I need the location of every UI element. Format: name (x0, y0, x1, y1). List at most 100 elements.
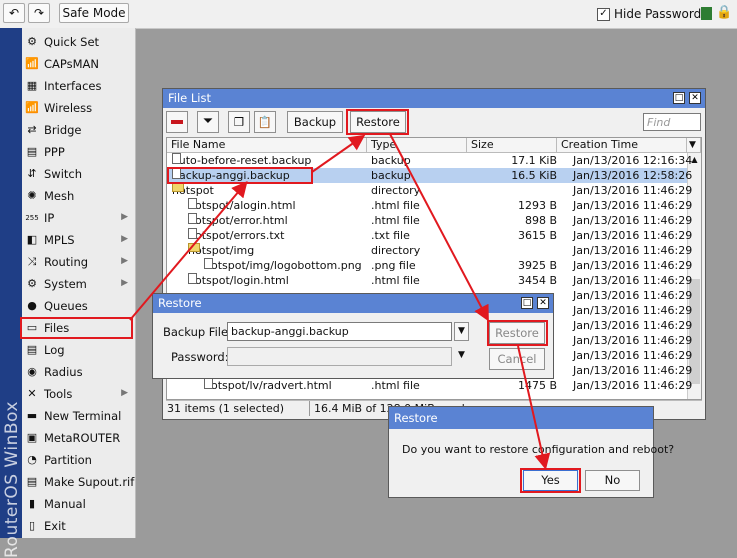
sidebar-item-icon: ✺ (27, 189, 37, 202)
sidebar-item-interfaces[interactable]: ▦ Interfaces (22, 75, 134, 97)
table-row[interactable]: hotspot/errors.txt .txt file 3615 B Jan/13/… (167, 228, 692, 243)
chevron-right-icon: ▶ (121, 234, 128, 244)
backup-file-label: Backup File: (163, 325, 232, 339)
sidebar-item-make-supout-rif[interactable]: ▤ Make Supout.rif (22, 471, 135, 493)
cell-size: 17.1 KiB (511, 154, 557, 167)
cell-size: 898 B (524, 214, 557, 227)
col-header-name[interactable]: File Name (167, 138, 367, 153)
sidebar-item-capsman[interactable]: 📶 CAPsMAN (22, 53, 134, 75)
sidebar-item-label: Log (44, 343, 65, 357)
confirm-dialog-title: Restore (389, 407, 653, 429)
sidebar-item-radius[interactable]: ◉ Radius (22, 361, 134, 383)
dialog-restore-button[interactable]: Restore (489, 322, 545, 344)
cell-created: Jan/13/2016 11:46:29 (573, 259, 693, 272)
yes-button[interactable]: Yes (523, 470, 578, 491)
sidebar-item-label: System (44, 277, 87, 291)
table-row[interactable]: hotspot/alogin.html .html file 1293 B Jan/1… (167, 198, 692, 213)
sidebar-item-label: Tools (44, 387, 73, 401)
safe-mode-button[interactable]: Safe Mode (59, 3, 129, 23)
sidebar-item-label: Radius (44, 365, 83, 379)
backup-button[interactable]: Backup (287, 111, 343, 133)
sidebar-item-label: Mesh (44, 189, 75, 203)
table-row[interactable]: hotspot directory Jan/13/2016 11:46:29 (167, 183, 692, 198)
sidebar-item-wireless[interactable]: 📶 Wireless (22, 97, 134, 119)
sidebar-item-ip[interactable]: 255 IP ▶ (22, 207, 134, 229)
file-icon (188, 198, 197, 209)
cell-name: auto-before-reset.backup (172, 153, 311, 168)
sidebar-item-queues[interactable]: ● Queues (22, 295, 134, 317)
sidebar-item-log[interactable]: ▤ Log (22, 339, 134, 361)
sidebar-item-quick-set[interactable]: ⚙ Quick Set (22, 31, 134, 53)
cell-type: backup (371, 169, 411, 182)
sidebar-item-mesh[interactable]: ✺ Mesh (22, 185, 134, 207)
col-header-type[interactable]: Type (367, 138, 467, 153)
table-row[interactable]: backup-anggi.backup backup 16.5 KiB Jan/13/… (167, 168, 692, 183)
close-button[interactable]: ✕ (689, 92, 701, 104)
table-row[interactable]: hotspot/login.html .html file 3454 B Jan/13… (167, 273, 692, 288)
file-icon (204, 378, 213, 389)
redo-button[interactable]: ↷ (28, 3, 50, 23)
brand-label: RouterOS WinBox (2, 401, 22, 558)
sidebar-item-icon: ▮ (28, 497, 36, 510)
sidebar-item-files[interactable]: ▭ Files (22, 317, 134, 339)
backup-file-dropdown[interactable]: ▼ (454, 322, 469, 341)
sidebar-item-icon: ◔ (27, 453, 37, 466)
sidebar-item-label: Switch (44, 167, 83, 181)
sidebar-item-label: PPP (44, 145, 65, 159)
table-row[interactable]: hotspot/img/logobottom.png .png file 3925 … (167, 258, 692, 273)
col-header-created[interactable]: Creation Time (557, 138, 687, 153)
cell-created: Jan/13/2016 11:46:29 (573, 334, 693, 347)
restore-maximize-button[interactable]: □ (521, 297, 533, 309)
sidebar-item-metarouter[interactable]: ▣ MetaROUTER (22, 427, 134, 449)
sidebar-item-switch[interactable]: ⇵ Switch (22, 163, 134, 185)
sidebar-item-label: Interfaces (44, 79, 102, 93)
col-header-size[interactable]: Size (467, 138, 557, 153)
cell-created: Jan/13/2016 11:46:29 (573, 184, 693, 197)
table-row[interactable]: hotspot/error.html .html file 898 B Jan/13/… (167, 213, 692, 228)
no-button[interactable]: No (585, 470, 640, 491)
cell-type: .html file (371, 379, 420, 392)
sidebar-item-label: Queues (44, 299, 88, 313)
cell-created: Jan/13/2016 12:58:26 (573, 169, 693, 182)
table-row[interactable]: hotspot/img directory Jan/13/2016 11:46:29 (167, 243, 692, 258)
sidebar-item-icon: ◧ (26, 233, 38, 246)
folder-icon (188, 243, 200, 252)
column-chooser-button[interactable]: ▼ (687, 138, 701, 153)
dialog-cancel-button[interactable]: Cancel (489, 348, 545, 370)
copy-button[interactable]: ❐ (228, 111, 250, 133)
cell-created: Jan/13/2016 11:46:29 (573, 319, 693, 332)
backup-file-select[interactable]: backup-anggi.backup (227, 322, 452, 341)
sidebar-item-icon: ◉ (27, 365, 37, 378)
sidebar-item-tools[interactable]: ✕ Tools ▶ (22, 383, 134, 405)
cell-type: .html file (371, 214, 420, 227)
filter-button[interactable]: ⏷ (197, 111, 219, 133)
undo-button[interactable]: ↶ (3, 3, 25, 23)
table-row[interactable]: hotspot/lv/radvert.html .html file 1475 B J… (167, 378, 692, 393)
restore-close-button[interactable]: ✕ (537, 297, 549, 309)
cell-size: 3454 B (517, 274, 557, 287)
table-row[interactable]: auto-before-reset.backup backup 17.1 KiB Ja… (167, 153, 692, 168)
sidebar-item-bridge[interactable]: ⇄ Bridge (22, 119, 134, 141)
sidebar-item-partition[interactable]: ◔ Partition (22, 449, 134, 471)
sidebar-item-system[interactable]: ⚙ System ▶ (22, 273, 134, 295)
sidebar-item-exit[interactable]: ▯ Exit (22, 515, 134, 537)
sidebar-item-new-terminal[interactable]: ▬ New Terminal (22, 405, 134, 427)
paste-button[interactable]: 📋 (254, 111, 276, 133)
password-dropdown-icon[interactable]: ▼ (458, 350, 465, 360)
password-input[interactable] (227, 347, 452, 366)
hide-passwords-checkbox[interactable]: ✓ (597, 8, 610, 21)
find-input[interactable]: Find (643, 113, 701, 131)
restore-button[interactable]: Restore (350, 111, 406, 133)
maximize-button[interactable]: □ (673, 92, 685, 104)
remove-button[interactable] (166, 111, 188, 133)
file-name-text: hotspot/error.html (188, 214, 288, 227)
cell-type: backup (371, 154, 411, 167)
top-toolbar: ↶ ↷ Safe Mode ✓ Hide Passwords 🔒 (0, 0, 737, 29)
status-items: 31 items (1 selected) (167, 402, 285, 415)
sidebar-item-ppp[interactable]: ▤ PPP (22, 141, 134, 163)
sidebar-item-manual[interactable]: ▮ Manual (22, 493, 134, 515)
sidebar-item-label: New Terminal (44, 409, 122, 423)
sidebar-item-mpls[interactable]: ◧ MPLS ▶ (22, 229, 134, 251)
cell-size: 16.5 KiB (511, 169, 557, 182)
sidebar-item-routing[interactable]: ⤨ Routing ▶ (22, 251, 134, 273)
